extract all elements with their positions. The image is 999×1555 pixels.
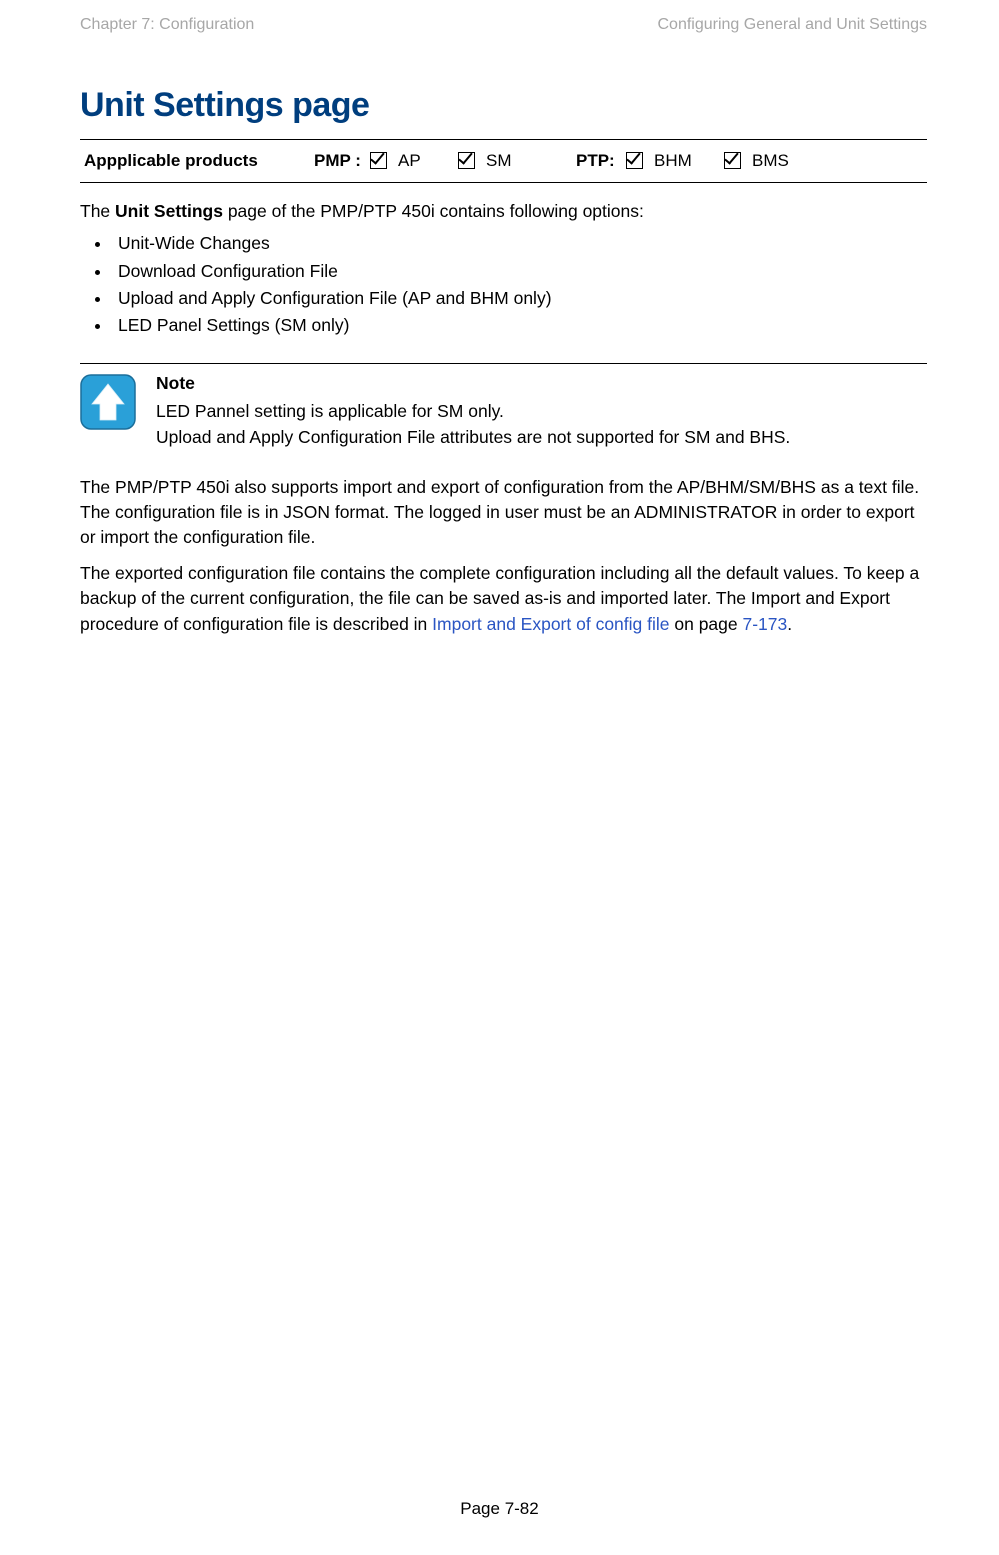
paragraph-1: The PMP/PTP 450i also supports import an… — [80, 475, 927, 551]
list-item: Upload and Apply Configuration File (AP … — [112, 285, 927, 312]
note-title: Note — [156, 370, 927, 396]
link-import-export[interactable]: Import and Export of config file — [432, 614, 669, 634]
intro-paragraph: The Unit Settings page of the PMP/PTP 45… — [80, 199, 927, 224]
para2-text-3: . — [787, 614, 792, 634]
horizontal-rule — [80, 363, 927, 364]
pmp-label: PMP : — [310, 140, 366, 183]
note-body: Note LED Pannel setting is applicable fo… — [156, 370, 927, 451]
page-footer: Page 7-82 — [0, 1499, 999, 1519]
list-item: Download Configuration File — [112, 258, 927, 285]
info-arrow-icon — [80, 374, 136, 430]
checkbox-ap — [366, 140, 394, 183]
page: Chapter 7: Configuration Configuring Gen… — [0, 0, 999, 1555]
checkmark-icon — [724, 152, 741, 169]
checkbox-bhm — [622, 140, 650, 183]
intro-prefix: The — [80, 201, 115, 221]
intro-suffix: page of the PMP/PTP 450i contains follow… — [223, 201, 644, 221]
list-item: Unit-Wide Changes — [112, 230, 927, 257]
note-line-1: LED Pannel setting is applicable for SM … — [156, 398, 927, 424]
ap-label: AP — [394, 140, 454, 183]
ptp-label: PTP: — [572, 140, 622, 183]
list-item: LED Panel Settings (SM only) — [112, 312, 927, 339]
applicable-products-table: Appplicable products PMP : AP SM PTP: BH… — [80, 139, 927, 183]
checkbox-sm — [454, 140, 482, 183]
options-list: Unit-Wide Changes Download Configuration… — [80, 230, 927, 339]
para2-text-2: on page — [670, 614, 743, 634]
applicable-label: Appplicable products — [80, 140, 310, 183]
sm-label: SM — [482, 140, 572, 183]
bms-label: BMS — [748, 140, 927, 183]
link-page-ref[interactable]: 7-173 — [742, 614, 787, 634]
header-left: Chapter 7: Configuration — [80, 16, 254, 34]
intro-bold: Unit Settings — [115, 201, 223, 221]
page-title: Unit Settings page — [80, 86, 927, 125]
header-right: Configuring General and Unit Settings — [658, 16, 928, 34]
running-header: Chapter 7: Configuration Configuring Gen… — [80, 16, 927, 34]
note-line-2: Upload and Apply Configuration File attr… — [156, 424, 927, 450]
bhm-label: BHM — [650, 140, 720, 183]
checkmark-icon — [626, 152, 643, 169]
paragraph-2: The exported configuration file contains… — [80, 561, 927, 637]
checkmark-icon — [370, 152, 387, 169]
checkmark-icon — [458, 152, 475, 169]
note-block: Note LED Pannel setting is applicable fo… — [80, 363, 927, 451]
checkbox-bms — [720, 140, 748, 183]
